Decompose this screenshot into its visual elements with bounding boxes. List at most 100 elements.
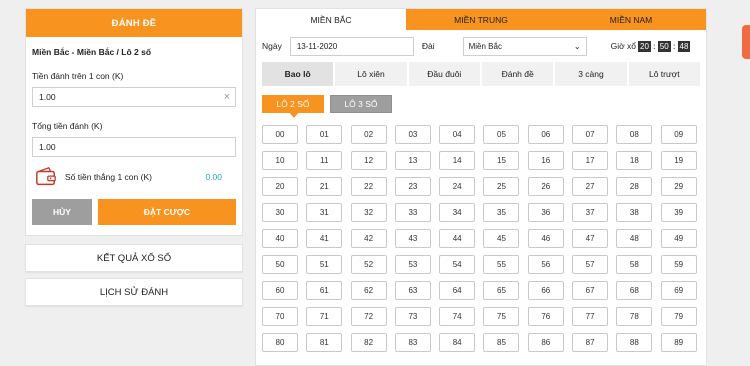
number-cell[interactable]: 10 <box>262 151 298 170</box>
number-cell[interactable]: 23 <box>394 177 431 196</box>
number-cell[interactable]: 63 <box>394 281 431 300</box>
number-cell[interactable]: 04 <box>439 125 476 144</box>
number-cell[interactable]: 51 <box>306 255 343 274</box>
tab-lo-xien[interactable]: Lô xiên <box>335 62 407 86</box>
tab-dau-duoi[interactable]: Đầu đuôi <box>408 62 480 86</box>
number-cell[interactable]: 19 <box>660 151 697 170</box>
number-cell[interactable]: 17 <box>572 151 609 170</box>
number-cell[interactable]: 43 <box>394 229 431 248</box>
number-cell[interactable]: 16 <box>527 151 564 170</box>
number-cell[interactable]: 29 <box>660 177 697 196</box>
number-cell[interactable]: 26 <box>527 177 564 196</box>
number-cell[interactable]: 53 <box>394 255 431 274</box>
number-cell[interactable]: 18 <box>616 151 653 170</box>
number-cell[interactable]: 15 <box>483 151 520 170</box>
number-cell[interactable]: 74 <box>439 307 476 326</box>
number-cell[interactable]: 70 <box>262 307 298 326</box>
per-unit-input[interactable]: 1.00 × <box>32 87 236 107</box>
number-cell[interactable]: 08 <box>616 125 653 144</box>
side-edge-tab[interactable] <box>742 25 750 59</box>
number-cell[interactable]: 82 <box>350 333 387 352</box>
number-cell[interactable]: 22 <box>350 177 387 196</box>
number-cell[interactable]: 81 <box>306 333 343 352</box>
number-cell[interactable]: 35 <box>483 203 520 222</box>
number-cell[interactable]: 68 <box>616 281 653 300</box>
number-cell[interactable]: 67 <box>572 281 609 300</box>
number-cell[interactable]: 34 <box>439 203 476 222</box>
number-cell[interactable]: 40 <box>262 229 298 248</box>
number-cell[interactable]: 12 <box>350 151 387 170</box>
number-cell[interactable]: 50 <box>262 255 298 274</box>
number-cell[interactable]: 54 <box>439 255 476 274</box>
number-cell[interactable]: 37 <box>572 203 609 222</box>
number-cell[interactable]: 56 <box>527 255 564 274</box>
number-cell[interactable]: 44 <box>439 229 476 248</box>
number-cell[interactable]: 85 <box>483 333 520 352</box>
number-cell[interactable]: 89 <box>660 333 697 352</box>
total-input[interactable]: 1.00 <box>32 137 236 157</box>
number-cell[interactable]: 69 <box>660 281 697 300</box>
number-cell[interactable]: 88 <box>616 333 653 352</box>
number-cell[interactable]: 33 <box>394 203 431 222</box>
number-cell[interactable]: 24 <box>439 177 476 196</box>
number-cell[interactable]: 14 <box>439 151 476 170</box>
lottery-results-button[interactable]: KẾT QUẢ XỔ SỐ <box>25 244 243 272</box>
number-cell[interactable]: 05 <box>483 125 520 144</box>
number-cell[interactable]: 03 <box>394 125 431 144</box>
number-cell[interactable]: 28 <box>616 177 653 196</box>
number-cell[interactable]: 79 <box>660 307 697 326</box>
number-cell[interactable]: 49 <box>660 229 697 248</box>
date-input[interactable]: 13-11-2020 <box>289 36 414 56</box>
cancel-button[interactable]: HỦY <box>32 199 92 225</box>
subtab-lo-2-so[interactable]: LÔ 2 SỐ <box>262 95 324 118</box>
number-cell[interactable]: 01 <box>306 125 343 144</box>
number-cell[interactable]: 11 <box>306 151 343 170</box>
number-cell[interactable]: 65 <box>483 281 520 300</box>
tab-3-cang[interactable]: 3 càng <box>555 62 627 86</box>
number-cell[interactable]: 30 <box>262 203 298 222</box>
place-bet-button[interactable]: ĐẶT CƯỢC <box>98 199 236 225</box>
number-cell[interactable]: 86 <box>527 333 564 352</box>
number-cell[interactable]: 32 <box>350 203 387 222</box>
number-cell[interactable]: 73 <box>394 307 431 326</box>
number-cell[interactable]: 72 <box>350 307 387 326</box>
dai-select[interactable]: Miền Bắc ⌄ <box>462 36 587 56</box>
number-cell[interactable]: 75 <box>483 307 520 326</box>
number-cell[interactable]: 00 <box>262 125 298 144</box>
number-cell[interactable]: 21 <box>306 177 343 196</box>
number-cell[interactable]: 64 <box>439 281 476 300</box>
number-cell[interactable]: 66 <box>527 281 564 300</box>
number-cell[interactable]: 48 <box>616 229 653 248</box>
number-cell[interactable]: 41 <box>306 229 343 248</box>
tab-mien-bac[interactable]: MIỀN BẮC <box>256 9 406 30</box>
number-cell[interactable]: 47 <box>572 229 609 248</box>
number-cell[interactable]: 58 <box>616 255 653 274</box>
number-cell[interactable]: 42 <box>350 229 387 248</box>
number-cell[interactable]: 55 <box>483 255 520 274</box>
number-cell[interactable]: 02 <box>350 125 387 144</box>
clear-icon[interactable]: × <box>224 91 230 103</box>
number-cell[interactable]: 71 <box>306 307 343 326</box>
tab-mien-nam[interactable]: MIỀN NAM <box>556 9 706 30</box>
tab-danh-de[interactable]: Đánh đề <box>481 62 554 86</box>
number-cell[interactable]: 07 <box>572 125 609 144</box>
number-cell[interactable]: 59 <box>660 255 697 274</box>
subtab-lo-3-so[interactable]: LÔ 3 SỐ <box>330 95 392 113</box>
number-cell[interactable]: 80 <box>262 333 298 352</box>
number-cell[interactable]: 76 <box>527 307 564 326</box>
number-cell[interactable]: 13 <box>394 151 431 170</box>
number-cell[interactable]: 09 <box>660 125 697 144</box>
tab-lo-truot[interactable]: Lô trượt <box>628 62 700 86</box>
number-cell[interactable]: 25 <box>483 177 520 196</box>
number-cell[interactable]: 46 <box>527 229 564 248</box>
number-cell[interactable]: 77 <box>572 307 609 326</box>
number-cell[interactable]: 52 <box>350 255 387 274</box>
number-cell[interactable]: 78 <box>616 307 653 326</box>
number-cell[interactable]: 20 <box>262 177 298 196</box>
number-cell[interactable]: 31 <box>306 203 343 222</box>
number-cell[interactable]: 57 <box>572 255 609 274</box>
bet-history-button[interactable]: LỊCH SỬ ĐÁNH <box>25 278 243 306</box>
number-cell[interactable]: 84 <box>439 333 476 352</box>
number-cell[interactable]: 27 <box>572 177 609 196</box>
number-cell[interactable]: 61 <box>306 281 343 300</box>
